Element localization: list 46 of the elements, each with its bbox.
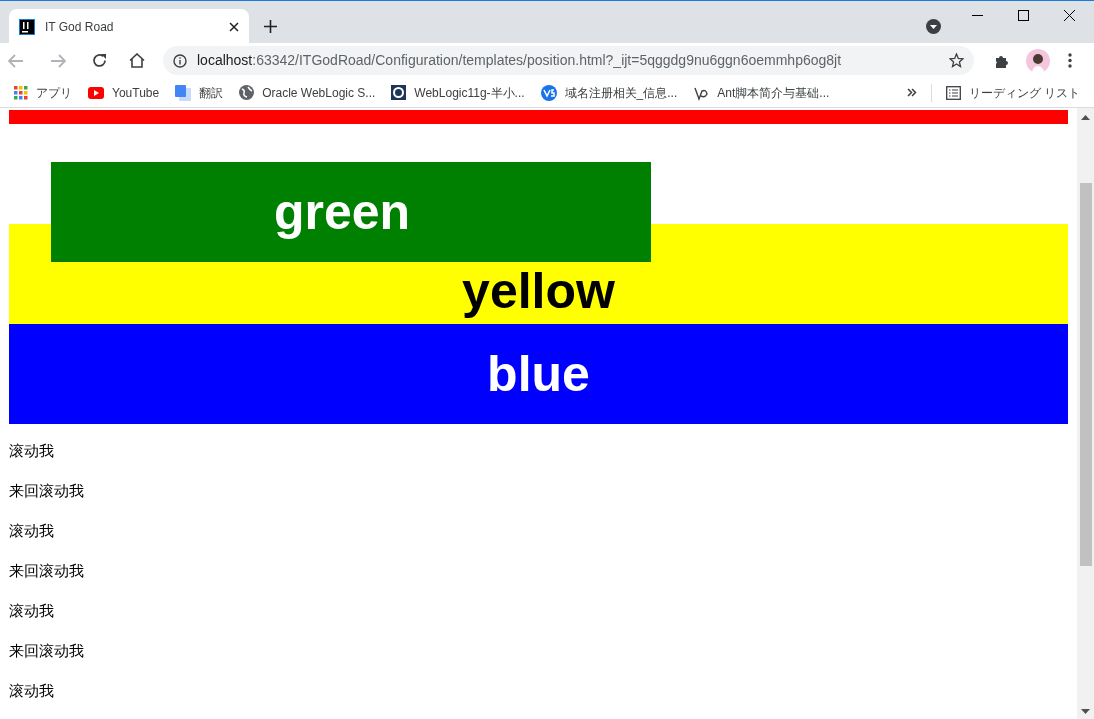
apps-icon [14,85,28,100]
text-line: 来回滚动我 [9,481,85,501]
close-icon[interactable] [1064,10,1075,21]
maximize-icon[interactable] [1018,10,1029,21]
bookmark[interactable]: アプリ [14,83,72,102]
info-icon [173,53,187,68]
text-line: 滚动我 [9,601,55,621]
browser-tab[interactable]: IT God Road [9,9,249,44]
address-bar[interactable]: localhost:63342/ITGodRoad/Configuration/templates/position.html?_ijt=5qggdg9nu6ggn6oemmhp6og8jt [163,46,974,75]
new-tab-icon[interactable] [264,20,277,33]
text-line: 来回滚动我 [9,641,85,661]
home-icon[interactable] [129,53,145,68]
scrollbar[interactable] [1077,108,1094,719]
globe-icon [239,85,255,100]
blog-icon [391,85,407,100]
minimize-icon[interactable] [972,15,983,17]
close-icon[interactable] [229,21,239,32]
menu-icon[interactable] [1068,53,1072,68]
text-line: 滚动我 [9,681,55,701]
bookmark[interactable]: Ant脚本简介与基础... [693,83,830,102]
bookmark[interactable]: 翻訳 [175,83,224,102]
list-icon [945,85,961,100]
bookmark[interactable]: Oracle WebLogic S... [239,83,376,102]
text-line: 滚动我 [9,521,55,541]
bookmark[interactable]: WebLogic11g-半小... [391,83,525,102]
tab-search-icon[interactable] [926,19,941,34]
overlay-box: green [51,162,651,262]
tab-title: IT God Road [45,18,115,36]
scroll-down-icon[interactable] [1081,709,1090,714]
reading-list-button[interactable]: リーディング リスト [945,83,1080,102]
text-line: 来回滚动我 [9,561,85,581]
more-bookmarks-icon[interactable] [906,88,917,97]
avatar[interactable] [1026,48,1050,73]
play-icon [88,86,104,99]
bookmark[interactable]: YouTube [88,83,160,102]
url-text: localhost:63342/ITGodRoad/Configuration/templates/position.html?_ijt=5qggdg9nu6ggn6oemmhp6og8jt [197,51,843,70]
scroll-up-icon[interactable] [1081,115,1090,120]
vs-icon [540,84,557,101]
scroll-thumb[interactable] [1079,183,1092,566]
color-block: blue [9,324,1068,424]
reload-icon[interactable] [92,53,107,68]
star-icon[interactable] [949,53,964,68]
bookmark[interactable]: 域名注册相关_信息... [540,83,678,102]
text-line: 滚动我 [9,441,55,461]
app-icon [19,18,35,35]
translate-icon [175,84,192,101]
